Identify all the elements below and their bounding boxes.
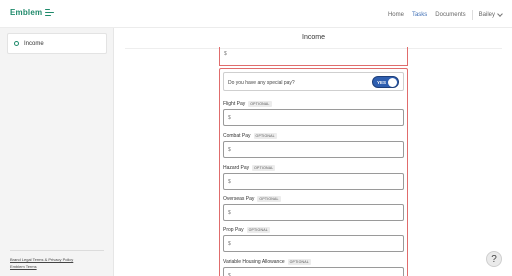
main-content: Income $ Do you have any special pay? YE… — [115, 28, 512, 276]
field-label-flight-pay: Flight Pay OPTIONAL — [223, 101, 272, 107]
toggle-knob — [388, 78, 397, 87]
overseas-pay-input[interactable]: $ — [223, 204, 404, 221]
currency-prefix: $ — [224, 51, 227, 57]
flight-pay-input[interactable]: $ — [223, 109, 404, 126]
variable-housing-allowance-input[interactable]: $ — [223, 267, 404, 276]
nav-tasks[interactable]: Tasks — [412, 12, 427, 18]
optional-badge: OPTIONAL — [246, 227, 270, 233]
currency-prefix: $ — [228, 210, 231, 216]
sidebar: Income Brand Legal Terms & Privacy Polic… — [0, 28, 114, 276]
optional-badge: OPTIONAL — [253, 133, 277, 139]
toggle-label: YES — [377, 80, 387, 85]
field-label-variable-housing-allowance: Variable Housing Allowance OPTIONAL — [223, 259, 311, 265]
nav-divider — [471, 10, 473, 20]
optional-badge: OPTIONAL — [248, 101, 272, 107]
optional-badge: OPTIONAL — [252, 165, 276, 171]
field-label-combat-pay: Combat Pay OPTIONAL — [223, 133, 277, 139]
logo-text: Emblem — [10, 8, 43, 17]
help-button[interactable]: ? — [486, 251, 502, 267]
label-text: Overseas Pay — [223, 196, 255, 202]
currency-prefix: $ — [228, 241, 231, 247]
currency-prefix: $ — [228, 179, 231, 185]
label-text: Flight Pay — [223, 101, 246, 107]
logo-bars-icon — [45, 8, 55, 17]
page-title: Income — [302, 34, 325, 41]
previous-field-card: $ — [219, 47, 408, 66]
user-menu[interactable]: Bailey — [478, 11, 503, 18]
optional-badge: OPTIONAL — [287, 259, 311, 265]
top-nav: Home Tasks Documents Bailey — [380, 10, 503, 20]
prop-pay-input[interactable]: $ — [223, 235, 404, 252]
top-bar: Emblem Home Tasks Documents Bailey — [0, 0, 512, 28]
chevron-down-icon — [497, 11, 503, 17]
currency-prefix: $ — [228, 147, 231, 153]
special-pay-question-row: Do you have any special pay? YES — [223, 72, 404, 91]
label-text: Combat Pay — [223, 133, 251, 139]
emblem-terms-link[interactable]: Emblem Terms — [10, 264, 37, 269]
brand-legal-terms-link[interactable]: Brand Legal Terms & Privacy Policy — [10, 257, 73, 262]
special-pay-toggle[interactable]: YES — [372, 76, 399, 88]
emblem-logo[interactable]: Emblem — [10, 8, 55, 17]
field-label-hazard-pay: Hazard Pay OPTIONAL — [223, 165, 276, 171]
special-pay-card: Do you have any special pay? YES Flight … — [219, 68, 408, 276]
special-pay-question: Do you have any special pay? — [228, 80, 295, 86]
question-mark-icon: ? — [491, 254, 497, 265]
currency-prefix: $ — [228, 115, 231, 121]
field-label-prop-pay: Prop Pay OPTIONAL — [223, 227, 270, 233]
circle-outline-icon — [14, 41, 19, 46]
sidebar-item-income[interactable]: Income — [7, 33, 107, 54]
hazard-pay-input[interactable]: $ — [223, 173, 404, 190]
label-text: Variable Housing Allowance — [223, 259, 285, 265]
combat-pay-input[interactable]: $ — [223, 141, 404, 158]
optional-badge: OPTIONAL — [257, 196, 281, 202]
user-name: Bailey — [478, 12, 495, 18]
label-text: Hazard Pay — [223, 165, 250, 171]
nav-documents[interactable]: Documents — [435, 12, 465, 18]
sidebar-item-label: Income — [24, 40, 44, 47]
nav-home[interactable]: Home — [388, 12, 404, 18]
field-label-overseas-pay: Overseas Pay OPTIONAL — [223, 196, 281, 202]
sidebar-divider — [10, 250, 104, 251]
label-text: Prop Pay — [223, 227, 244, 233]
